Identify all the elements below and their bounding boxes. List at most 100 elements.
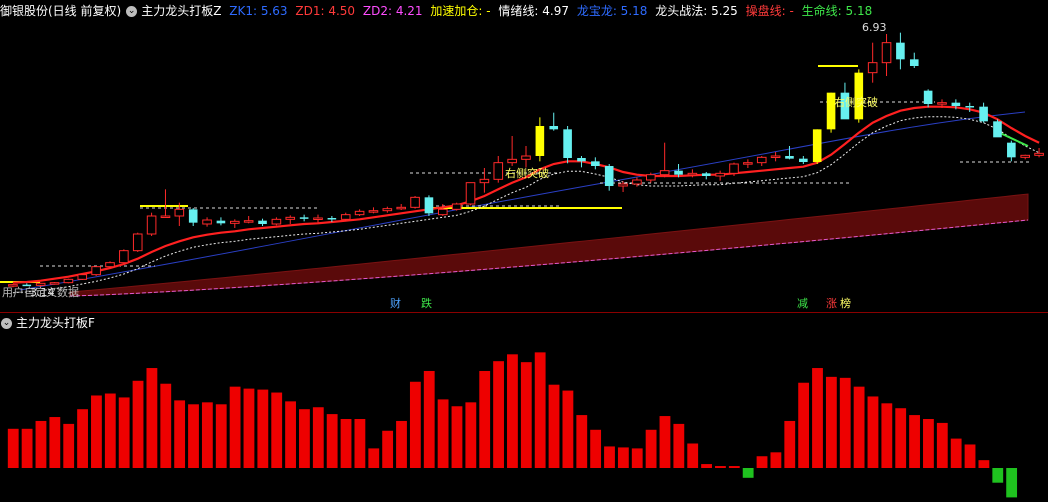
histogram-bar [423,370,435,468]
candle-body [618,183,628,187]
event-tag-reduce[interactable]: 减 [797,298,808,310]
candle-body [715,172,725,177]
indicator-value: ZK1: 5.63 [229,4,288,18]
indicator-name[interactable]: 主力龙头打板Z [141,4,221,18]
candle-body [632,179,642,185]
histogram-bar [340,419,352,468]
candle-body [937,102,947,105]
event-tag-rise[interactable]: 涨 [826,298,837,310]
histogram-bar [160,383,172,468]
histogram-bar [243,388,255,468]
histogram-bar [1006,468,1018,498]
candle-body [951,102,961,106]
event-tag-drop[interactable]: 跌 [421,298,432,310]
histogram-bar [77,409,88,468]
histogram-bar [507,354,518,468]
candle-body [382,208,393,212]
candle-body [258,220,267,224]
histogram-bar [229,386,241,468]
histogram-bar [215,404,227,468]
histogram-bar [299,409,310,468]
histogram-bar [326,414,338,468]
candle-body [327,218,337,220]
histogram-bar [590,429,602,468]
candle-body [646,174,656,181]
candle-body [438,208,448,216]
event-tag-rank[interactable]: 榜 [840,298,851,310]
candle-body [756,156,767,164]
candle-body [604,166,614,186]
histogram-bar [132,380,144,468]
histogram-chart[interactable] [0,313,1048,502]
candle-body [146,215,157,235]
candle-body [396,206,406,210]
histogram-bar [35,420,47,468]
histogram-bar [21,428,33,468]
histogram-bar [520,362,532,468]
histogram-bar [728,466,740,468]
candle-body [507,158,517,164]
histogram-bar [382,430,394,468]
candle-body [1034,152,1044,156]
histogram-bar [479,370,491,468]
candle-body [132,233,143,252]
event-tag-finance[interactable]: 财 [390,298,401,310]
histogram-bar [673,423,685,468]
candle-body [119,250,129,264]
indicator-value: ZD1: 4.50 [295,4,356,18]
candle-body [160,215,171,218]
chevron-down-icon[interactable]: ⌄ [1,318,12,329]
candlestick-chart[interactable] [0,0,1048,312]
histogram-bar [867,396,879,468]
histogram-bar [257,389,269,468]
candle-body [271,218,282,225]
channel-band [69,193,1029,297]
candle-body [701,173,711,176]
histogram-bar [271,392,283,468]
candle-body [867,62,878,74]
candle-body [687,172,698,176]
candle-body [49,282,60,285]
histogram-bar [7,428,19,468]
candle-body [202,219,212,225]
histogram-bar [881,403,893,468]
histogram-bar [839,377,851,468]
candle-body [493,162,504,180]
histogram-bar [909,415,920,468]
candle-body [896,42,905,60]
stock-title[interactable]: 御银股份(日线 前复权) [0,4,121,18]
indicator-value: 龙宝龙: 5.18 [576,4,648,18]
sub-chart-panel[interactable]: ⌄ 主力龙头打板F [0,313,1048,502]
histogram-bar [493,361,504,468]
histogram-bar [923,419,934,468]
indicator-value: 生命线: 5.18 [801,4,873,18]
candle-body [285,216,296,220]
histogram-bar [701,464,712,468]
main-chart-panel[interactable]: 御银股份(日线 前复权) ⌄ 主力龙头打板Z ZK1: 5.63 ZD1: 4.50… [0,0,1048,312]
histogram-bar [798,382,810,468]
sub-indicator-name[interactable]: 主力龙头打板F [16,316,95,330]
histogram-bar [604,446,615,468]
break-label: 右侧突破 [834,96,878,109]
user-data-label: 用户自定义数据 3.14 [2,287,79,299]
chevron-down-icon[interactable]: ⌄ [126,6,138,17]
histogram-bar [576,415,588,468]
candle-body [659,170,670,176]
candle-body [368,210,379,213]
histogram-bar [617,447,629,468]
histogram-bar [396,420,407,468]
main-header: 御银股份(日线 前复权) ⌄ 主力龙头打板Z ZK1: 5.63 ZD1: 4.50… [0,2,876,20]
histogram-bar [174,400,186,468]
histogram-bar [63,423,75,468]
candle-body [535,126,545,156]
histogram-bar [825,376,837,468]
candle-body [410,196,420,208]
histogram-bar [784,420,796,468]
sub-header: ⌄ 主力龙头打板F [0,314,99,332]
candle-body [799,158,808,162]
candle-body [785,156,794,159]
candle-body [881,42,892,64]
candle-body [77,274,88,280]
candle-body [549,126,559,130]
histogram-bar [978,460,990,468]
